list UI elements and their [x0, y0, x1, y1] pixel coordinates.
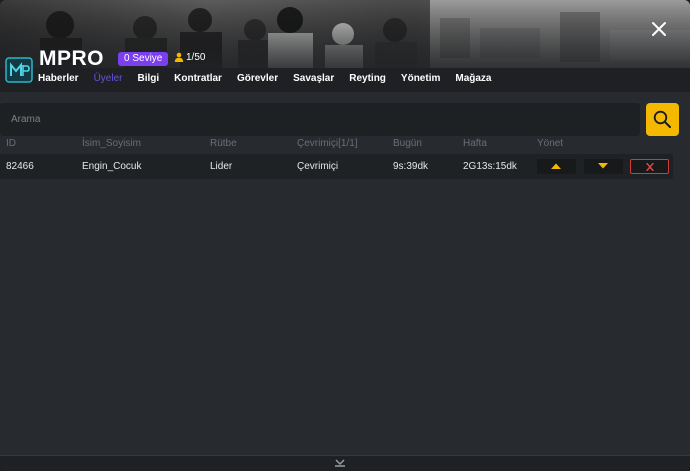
arrow-down-icon	[598, 163, 608, 169]
nav-yonetim[interactable]: Yönetim	[401, 73, 440, 84]
column-header-today: Bugün	[393, 138, 422, 149]
column-header-manage: Yönet	[537, 138, 564, 149]
level-badge: 0 Seviye	[118, 52, 169, 66]
column-header-online: Çevrimiçi[1/1]	[297, 138, 358, 149]
search-button[interactable]	[646, 103, 679, 136]
column-header-id: ID	[6, 138, 16, 149]
promote-button[interactable]	[537, 159, 576, 174]
nav-reyting[interactable]: Reyting	[349, 73, 386, 84]
delete-x-icon	[646, 163, 654, 171]
nav-gorevler[interactable]: Görevler	[237, 73, 278, 84]
cell-online-status: Çevrimiçi	[297, 161, 339, 172]
header: MPRO 0 Seviye 1/50 Haberler Üyeler Bilgi…	[0, 0, 690, 92]
brand-name: MPRO	[39, 47, 104, 70]
bottom-bar	[0, 455, 690, 471]
remove-member-button[interactable]	[630, 159, 669, 174]
cell-today: 9s:39dk	[393, 161, 429, 172]
nav-haberler[interactable]: Haberler	[38, 73, 79, 84]
collapse-chevron-icon[interactable]	[333, 459, 347, 469]
demote-button[interactable]	[584, 159, 623, 174]
cell-name: Engin_Cocuk	[82, 161, 142, 172]
table-row: 82466 Engin_Cocuk Lider Çevrimiçi 9s:39d…	[0, 154, 673, 179]
main-nav: Haberler Üyeler Bilgi Kontratlar Görevle…	[38, 73, 492, 84]
logo-icon	[5, 57, 33, 83]
search-input[interactable]	[0, 103, 640, 136]
cell-week: 2G13s:15dk	[463, 161, 517, 172]
members-count: 1/50	[174, 51, 205, 65]
search-icon	[653, 110, 671, 128]
arrow-up-icon	[551, 163, 561, 169]
cell-rank: Lider	[210, 161, 233, 172]
nav-magaza[interactable]: Mağaza	[455, 73, 491, 84]
nav-kontratlar[interactable]: Kontratlar	[174, 73, 222, 84]
column-header-name: İsim_Soyisim	[82, 138, 141, 149]
close-icon[interactable]	[650, 20, 668, 38]
nav-uyeler[interactable]: Üyeler	[94, 73, 123, 84]
table-header: ID İsim_Soyisim Rütbe Çevrimiçi[1/1] Bug…	[0, 138, 680, 152]
column-header-week: Hafta	[463, 138, 487, 149]
members-count-value: 1/50	[186, 52, 206, 63]
cell-id: 82466	[6, 161, 34, 172]
user-icon	[174, 52, 184, 62]
nav-bilgi[interactable]: Bilgi	[137, 73, 159, 84]
nav-savaslar[interactable]: Savaşlar	[293, 73, 334, 84]
column-header-rank: Rütbe	[210, 138, 237, 149]
faction-panel-window: MPRO 0 Seviye 1/50 Haberler Üyeler Bilgi…	[0, 0, 690, 471]
